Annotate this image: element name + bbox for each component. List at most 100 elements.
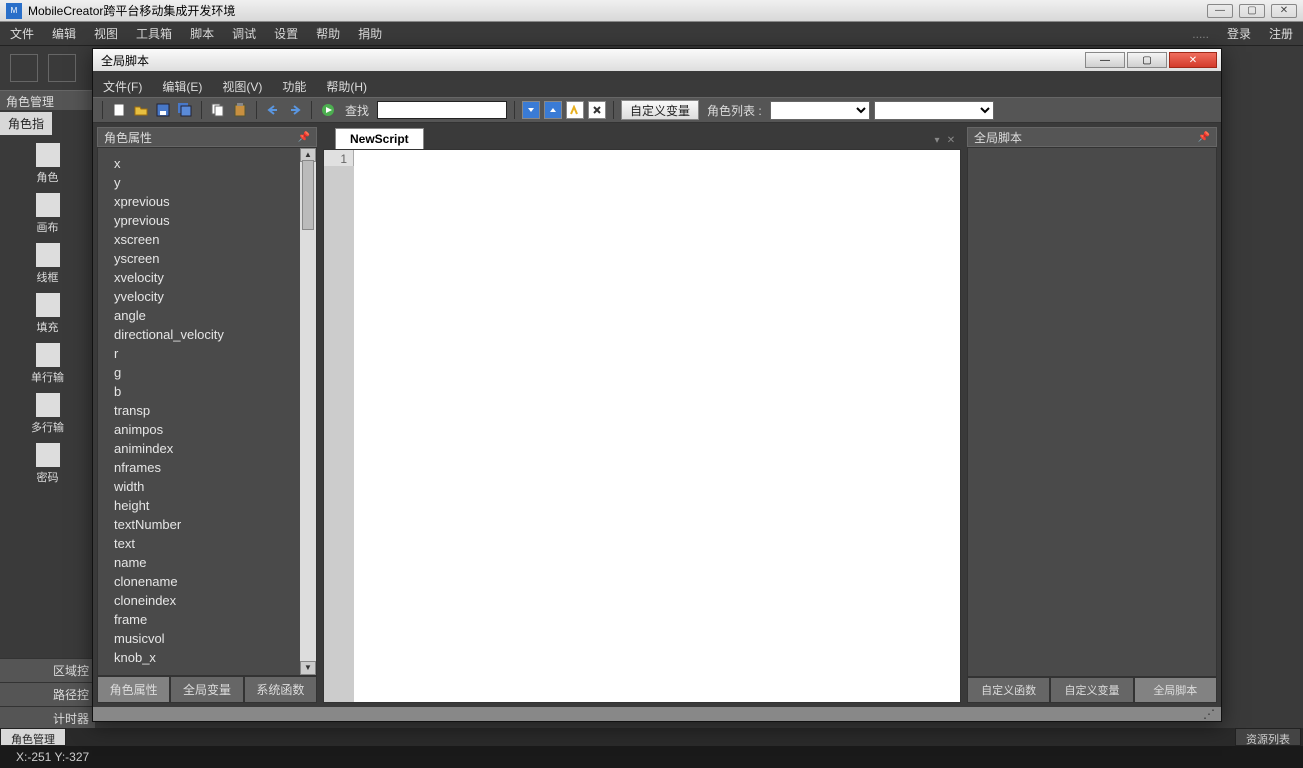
pin-icon[interactable]: 📌 bbox=[1198, 132, 1210, 143]
property-item[interactable]: width bbox=[114, 477, 300, 496]
tool-role[interactable]: 角色 bbox=[0, 143, 95, 185]
left-tab-region[interactable]: 区域控 bbox=[0, 658, 95, 682]
right-tab-globalscript[interactable]: 全局脚本 bbox=[1134, 677, 1217, 703]
new-icon[interactable] bbox=[110, 101, 128, 119]
find-prev-icon[interactable] bbox=[544, 101, 562, 119]
left-tab-timer[interactable]: 计时器 bbox=[0, 706, 95, 730]
dialog-close-button[interactable]: ✕ bbox=[1169, 52, 1217, 68]
copy-icon[interactable] bbox=[209, 101, 227, 119]
scroll-down-icon[interactable]: ▼ bbox=[300, 661, 316, 675]
menu-view[interactable]: 视图 bbox=[94, 25, 118, 42]
menu-debug[interactable]: 调试 bbox=[232, 25, 256, 42]
property-item[interactable]: text bbox=[114, 534, 300, 553]
custom-var-button[interactable]: 自定义变量 bbox=[621, 100, 699, 120]
highlight-icon[interactable] bbox=[566, 101, 584, 119]
property-item[interactable]: xvelocity bbox=[114, 268, 300, 287]
dlg-menu-edit[interactable]: 编辑(E) bbox=[162, 78, 202, 95]
menu-donate[interactable]: 捐助 bbox=[358, 25, 382, 42]
redo-icon[interactable] bbox=[286, 101, 304, 119]
menu-edit[interactable]: 编辑 bbox=[52, 25, 76, 42]
find-next-icon[interactable] bbox=[522, 101, 540, 119]
open-file-icon[interactable] bbox=[48, 54, 76, 82]
properties-scrollbar[interactable]: ▲ ▼ bbox=[300, 148, 316, 675]
property-item[interactable]: xprevious bbox=[114, 192, 300, 211]
property-item[interactable]: nframes bbox=[114, 458, 300, 477]
save-icon[interactable] bbox=[154, 101, 172, 119]
properties-list[interactable]: xyxpreviousypreviousxscreenyscreenxveloc… bbox=[98, 148, 300, 675]
minimize-button[interactable]: — bbox=[1207, 4, 1233, 18]
global-script-list[interactable] bbox=[967, 147, 1217, 677]
bottom-tab-role-manage[interactable]: 角色管理 bbox=[0, 728, 66, 746]
dlg-menu-func[interactable]: 功能 bbox=[282, 78, 306, 95]
undo-icon[interactable] bbox=[264, 101, 282, 119]
property-item[interactable]: knob_x bbox=[114, 648, 300, 667]
menu-login[interactable]: 登录 bbox=[1227, 25, 1251, 42]
property-item[interactable]: xscreen bbox=[114, 230, 300, 249]
tool-password[interactable]: 密码 bbox=[0, 443, 95, 485]
editor-tab-newscript[interactable]: NewScript bbox=[335, 128, 424, 149]
property-item[interactable]: b bbox=[114, 382, 300, 401]
left-tab-globals[interactable]: 全局变量 bbox=[170, 676, 243, 703]
left-tab-properties[interactable]: 角色属性 bbox=[97, 676, 170, 703]
left-tab-path[interactable]: 路径控 bbox=[0, 682, 95, 706]
open-icon[interactable] bbox=[132, 101, 150, 119]
property-item[interactable]: r bbox=[114, 344, 300, 363]
close-button[interactable]: ✕ bbox=[1271, 4, 1297, 18]
tool-wireframe[interactable]: 线框 bbox=[0, 243, 95, 285]
property-item[interactable]: clonename bbox=[114, 572, 300, 591]
property-item[interactable]: yscreen bbox=[114, 249, 300, 268]
property-item[interactable]: angle bbox=[114, 306, 300, 325]
right-tab-customfunc[interactable]: 自定义函数 bbox=[967, 677, 1050, 703]
tab-dropdown-icon[interactable]: ▾ bbox=[931, 135, 943, 147]
right-tab-customvar[interactable]: 自定义变量 bbox=[1050, 677, 1133, 703]
code-area[interactable] bbox=[354, 150, 960, 702]
scroll-thumb[interactable] bbox=[302, 160, 314, 230]
dlg-menu-help[interactable]: 帮助(H) bbox=[326, 78, 367, 95]
saveall-icon[interactable] bbox=[176, 101, 194, 119]
property-item[interactable]: y bbox=[114, 173, 300, 192]
tab-close-icon[interactable]: ✕ bbox=[945, 135, 957, 147]
pin-icon[interactable]: 📌 bbox=[298, 132, 310, 143]
dlg-menu-view[interactable]: 视图(V) bbox=[222, 78, 262, 95]
dialog-minimize-button[interactable]: — bbox=[1085, 52, 1125, 68]
tool-fill[interactable]: 填充 bbox=[0, 293, 95, 335]
menu-file[interactable]: 文件 bbox=[10, 25, 34, 42]
tool-multiline[interactable]: 多行输 bbox=[0, 393, 95, 435]
role-select-2[interactable] bbox=[874, 101, 994, 120]
find-input[interactable] bbox=[377, 101, 507, 119]
bottom-tab-resource-list[interactable]: 资源列表 bbox=[1235, 728, 1301, 746]
left-tab-sysfuncs[interactable]: 系统函数 bbox=[244, 676, 317, 703]
paste-icon[interactable] bbox=[231, 101, 249, 119]
dialog-maximize-button[interactable]: ▢ bbox=[1127, 52, 1167, 68]
menu-register[interactable]: 注册 bbox=[1269, 25, 1293, 42]
run-icon[interactable] bbox=[319, 101, 337, 119]
resize-grip-icon[interactable]: ⋰ bbox=[1203, 707, 1215, 721]
new-file-icon[interactable] bbox=[10, 54, 38, 82]
property-item[interactable]: transp bbox=[114, 401, 300, 420]
property-item[interactable]: g bbox=[114, 363, 300, 382]
property-item[interactable]: textNumber bbox=[114, 515, 300, 534]
tool-singleline[interactable]: 单行输 bbox=[0, 343, 95, 385]
property-item[interactable]: x bbox=[114, 154, 300, 173]
dialog-titlebar[interactable]: 全局脚本 — ▢ ✕ bbox=[93, 49, 1221, 71]
property-item[interactable]: height bbox=[114, 496, 300, 515]
menu-script[interactable]: 脚本 bbox=[190, 25, 214, 42]
left-dock-active-tab[interactable]: 角色指 bbox=[0, 112, 52, 135]
role-select-1[interactable] bbox=[770, 101, 870, 120]
property-item[interactable]: musicvol bbox=[114, 629, 300, 648]
property-item[interactable]: yvelocity bbox=[114, 287, 300, 306]
maximize-button[interactable]: ▢ bbox=[1239, 4, 1265, 18]
menu-help[interactable]: 帮助 bbox=[316, 25, 340, 42]
property-item[interactable]: cloneindex bbox=[114, 591, 300, 610]
code-editor[interactable]: 1 bbox=[323, 149, 961, 703]
property-item[interactable]: frame bbox=[114, 610, 300, 629]
property-item[interactable]: directional_velocity bbox=[114, 325, 300, 344]
tool-canvas[interactable]: 画布 bbox=[0, 193, 95, 235]
property-item[interactable]: name bbox=[114, 553, 300, 572]
property-item[interactable]: yprevious bbox=[114, 211, 300, 230]
clear-find-icon[interactable] bbox=[588, 101, 606, 119]
dlg-menu-file[interactable]: 文件(F) bbox=[103, 78, 142, 95]
menu-settings[interactable]: 设置 bbox=[274, 25, 298, 42]
menu-toolbox[interactable]: 工具箱 bbox=[136, 25, 172, 42]
property-item[interactable]: animpos bbox=[114, 420, 300, 439]
